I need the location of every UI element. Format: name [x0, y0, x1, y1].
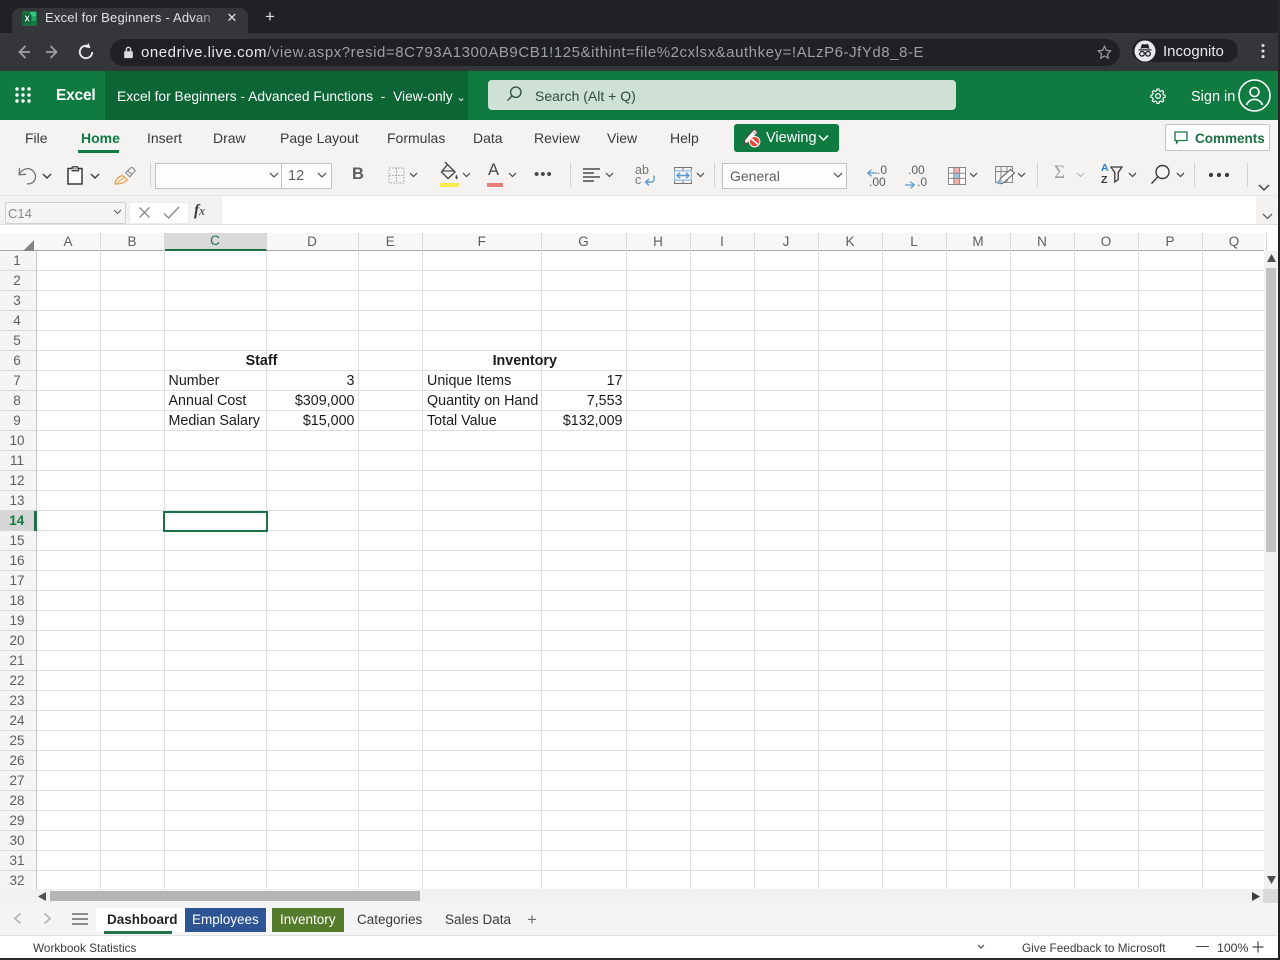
svg-text:X: X: [25, 14, 31, 23]
